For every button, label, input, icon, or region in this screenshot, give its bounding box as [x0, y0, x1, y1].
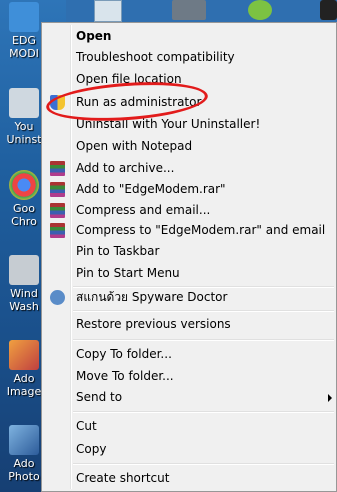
menu-item-label: สแกนด้วย Spyware Doctor — [76, 290, 228, 304]
menu-item-label: Add to "EdgeModem.rar" — [76, 182, 226, 196]
notepad-icon[interactable] — [94, 0, 122, 22]
menu-separator — [73, 411, 334, 413]
menu-separator — [73, 463, 334, 465]
winrar-icon — [50, 182, 65, 197]
winrar-icon — [50, 203, 65, 218]
menu-item-open[interactable]: Open — [44, 26, 334, 47]
chrome-icon — [9, 170, 39, 200]
menu-item-spyware-doctor[interactable]: สแกนด้วย Spyware Doctor — [44, 287, 334, 308]
menu-item-compress-rar-email[interactable]: Compress to "EdgeModem.rar" and email — [44, 220, 334, 241]
menu-separator — [73, 310, 334, 312]
menu-item-pin-taskbar[interactable]: Pin to Taskbar — [44, 241, 334, 262]
menu-item-compress-email[interactable]: Compress and email... — [44, 200, 334, 221]
menu-item-send-to[interactable]: Send to — [44, 387, 334, 408]
desktop-icon-caption: Ado Image — [6, 372, 42, 398]
menu-item-label: Troubleshoot compatibility — [76, 50, 235, 64]
squeegee-icon — [9, 255, 39, 285]
menu-item-label: Open — [76, 29, 112, 43]
menu-item-move-to-folder[interactable]: Move To folder... — [44, 366, 334, 387]
windows-washer-desktop-icon[interactable]: Wind Wash — [2, 255, 46, 313]
menu-item-label: Pin to Start Menu — [76, 266, 180, 280]
menu-item-label: Move To folder... — [76, 369, 174, 383]
edge-modem-desktop-icon[interactable]: EDG MODI — [2, 2, 46, 60]
menu-item-cut[interactable]: Cut — [44, 416, 334, 437]
desktop-icon-caption: Goo Chro — [11, 202, 37, 228]
menu-item-label: Open with Notepad — [76, 139, 193, 153]
wolf-image-icon[interactable] — [172, 0, 206, 20]
winrar-icon — [50, 223, 65, 238]
adobe-photoshop-desktop-icon[interactable]: Ado Photo — [2, 425, 46, 483]
menu-item-label: Create shortcut — [76, 471, 170, 485]
menu-item-open-notepad[interactable]: Open with Notepad — [44, 136, 334, 157]
adobe-imageready-desktop-icon[interactable]: Ado Image — [2, 340, 46, 398]
winrar-icon — [50, 161, 65, 176]
menu-item-copy[interactable]: Copy — [44, 439, 334, 460]
menu-item-copy-to-folder[interactable]: Copy To folder... — [44, 344, 334, 365]
menu-item-restore-versions[interactable]: Restore previous versions — [44, 314, 334, 335]
menu-item-add-to-rar[interactable]: Add to "EdgeModem.rar" — [44, 179, 334, 200]
your-uninstaller-desktop-icon[interactable]: You Uninst — [2, 88, 46, 146]
menu-item-label: Compress to "EdgeModem.rar" and email — [76, 223, 326, 237]
desktop-icon-caption: Ado Photo — [8, 457, 40, 483]
menu-item-label: Copy — [76, 442, 107, 456]
menu-separator — [73, 339, 334, 341]
menu-item-label: Compress and email... — [76, 203, 211, 217]
menu-item-label: Send to — [76, 390, 123, 404]
desktop-icon-caption: You Uninst — [6, 120, 42, 146]
recycle-bin-icon — [9, 88, 39, 118]
photoshop-icon — [9, 425, 39, 455]
menu-item-label: Pin to Taskbar — [76, 244, 160, 258]
dreamweaver-icon[interactable] — [248, 0, 272, 20]
menu-item-troubleshoot[interactable]: Troubleshoot compatibility — [44, 47, 334, 68]
submenu-arrow-icon — [328, 394, 332, 402]
desktop-icon-caption: Wind Wash — [9, 287, 39, 313]
camera-icon[interactable] — [320, 0, 337, 20]
desktop-icon-caption: EDG MODI — [9, 34, 39, 60]
menu-item-label: Add to archive... — [76, 161, 175, 175]
menu-item-label: Copy To folder... — [76, 347, 172, 361]
menu-item-create-shortcut[interactable]: Create shortcut — [44, 468, 334, 489]
menu-item-label: Restore previous versions — [76, 317, 231, 331]
satellite-dish-icon — [9, 2, 39, 32]
menu-item-pin-start[interactable]: Pin to Start Menu — [44, 263, 334, 284]
menu-item-label: Cut — [76, 419, 97, 433]
menu-item-add-archive[interactable]: Add to archive... — [44, 158, 334, 179]
google-chrome-desktop-icon[interactable]: Goo Chro — [2, 170, 46, 228]
imageready-icon — [9, 340, 39, 370]
spyware-doctor-icon — [50, 290, 65, 305]
